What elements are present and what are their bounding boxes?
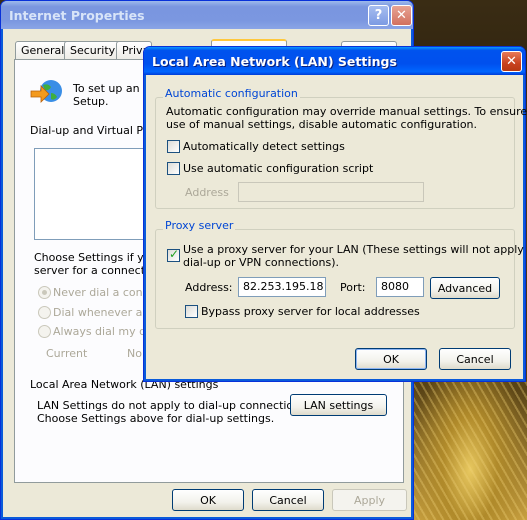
window-title: Internet Properties <box>9 7 145 23</box>
use-proxy-label-line1: Use a proxy server for your LAN (These s… <box>183 243 527 256</box>
radio-never-dial[interactable] <box>38 286 51 299</box>
current-label: Current <box>46 347 88 360</box>
bypass-local-label: Bypass proxy server for local addresses <box>201 305 420 318</box>
proxy-server-title: Proxy server <box>163 219 236 232</box>
help-button[interactable]: ? <box>368 5 389 26</box>
auto-config-script-checkbox[interactable] <box>167 162 180 175</box>
checkmark-icon: ✓ <box>169 247 180 261</box>
automatically-detect-label: Automatically detect settings <box>183 140 345 153</box>
radio-never-dial-label: Never dial a conne <box>53 286 157 299</box>
lan-settings-button[interactable]: LAN settings <box>290 394 387 416</box>
lan-note-line2: Choose Settings above for dial-up settin… <box>37 412 275 425</box>
proxy-address-label: Address: <box>185 281 233 294</box>
script-address-field <box>238 182 424 202</box>
cancel-button[interactable]: Cancel <box>252 489 324 511</box>
setup-text-line1: To set up an In <box>73 82 154 95</box>
advanced-button[interactable]: Advanced <box>430 277 500 299</box>
auto-config-script-label: Use automatic configuration script <box>183 162 374 175</box>
close-button[interactable]: ✕ <box>391 5 412 26</box>
dialog-title: Local Area Network (LAN) Settings <box>152 53 397 69</box>
tab-general[interactable]: General <box>15 41 71 60</box>
globe-icon <box>30 80 62 103</box>
bypass-local-checkbox[interactable] <box>185 305 198 318</box>
dialup-connections-list[interactable] <box>34 148 154 240</box>
setup-text-line2: Setup. <box>73 95 109 108</box>
auto-config-description-line2: use of manual settings, disable automati… <box>166 118 478 131</box>
internet-properties-titlebar[interactable]: Internet Properties <box>1 1 413 29</box>
use-proxy-checkbox[interactable]: ✓ <box>167 247 180 262</box>
lan-settings-titlebar[interactable]: Local Area Network (LAN) Settings <box>144 47 525 75</box>
dialog-cancel-button[interactable]: Cancel <box>439 348 511 370</box>
none-label: No <box>127 347 142 360</box>
automatically-detect-checkbox[interactable] <box>167 140 180 153</box>
script-address-label: Address <box>185 186 229 199</box>
automatic-configuration-title: Automatic configuration <box>163 87 300 100</box>
use-proxy-label-line2: dial-up or VPN connections). <box>183 256 340 269</box>
lan-settings-dialog: Local Area Network (LAN) Settings ✕ Auto… <box>143 46 527 382</box>
tab-security[interactable]: Security <box>64 41 122 60</box>
apply-button: Apply <box>332 489 407 511</box>
ok-button[interactable]: OK <box>172 489 244 511</box>
dialog-close-button[interactable]: ✕ <box>501 51 522 72</box>
dialog-ok-button[interactable]: OK <box>355 348 427 370</box>
radio-dial-whenever[interactable] <box>38 306 51 319</box>
choose-text-line1: Choose Settings if you <box>34 251 158 264</box>
port-label: Port: <box>340 281 366 294</box>
auto-config-description-line1: Automatic configuration may override man… <box>166 105 527 118</box>
lan-note-line1: LAN Settings do not apply to dial-up con… <box>37 399 310 412</box>
radio-always-dial-label: Always dial my def <box>53 325 157 338</box>
proxy-address-field[interactable]: 82.253.195.18 <box>238 277 326 297</box>
radio-always-dial[interactable] <box>38 325 51 338</box>
port-field[interactable]: 8080 <box>376 277 424 297</box>
